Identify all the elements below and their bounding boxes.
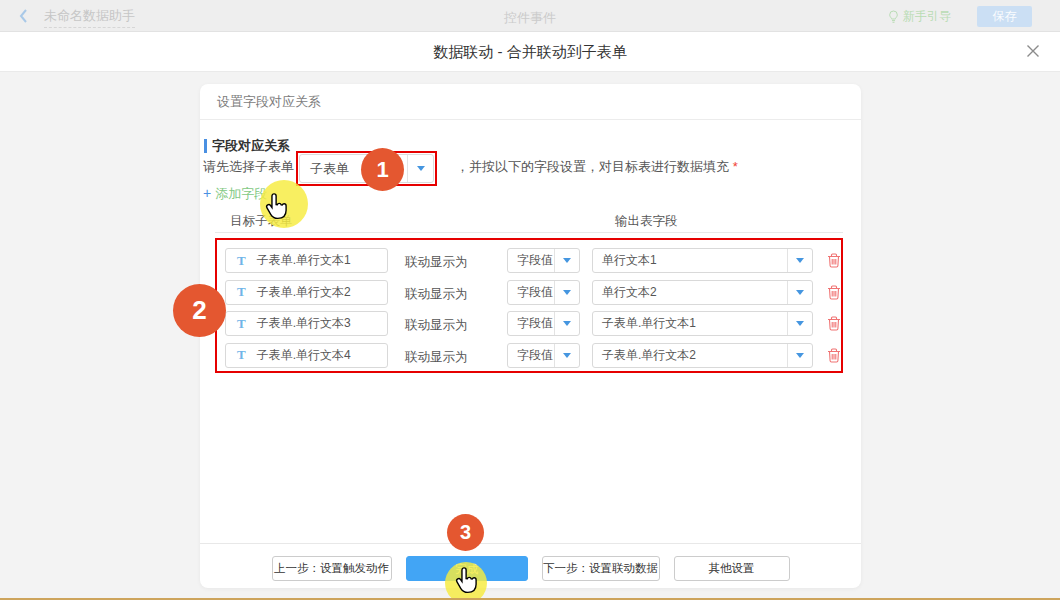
- link-display-label: 联动显示为: [405, 349, 468, 366]
- required-mark: *: [733, 159, 738, 174]
- caret-down-icon: [563, 258, 571, 263]
- guide-label: 新手引导: [903, 8, 951, 25]
- caret-down-icon: [796, 353, 804, 358]
- caret-down-icon: [563, 290, 571, 295]
- next-step-button[interactable]: 下一步：设置联动数据: [542, 556, 660, 581]
- display-mode-select[interactable]: 字段值: [507, 343, 580, 368]
- dropdown-arrow-zone[interactable]: [554, 281, 579, 304]
- topbar-center-title: 控件事件: [504, 9, 556, 27]
- settings-panel: 设置字段对应关系 字段对应关系 请先选择子表单 子表单 ，并按以下的字段设置，对…: [200, 84, 861, 588]
- top-bar: 未命名数据助手 控件事件 新手引导 保存: [0, 0, 1060, 32]
- delete-row-icon[interactable]: [827, 253, 841, 268]
- dropdown-arrow-zone[interactable]: [554, 344, 579, 367]
- target-field-input[interactable]: T 子表单.单行文本4: [225, 343, 388, 368]
- table-header-divider: [215, 232, 843, 233]
- prev-step-button[interactable]: 上一步：设置触发动作: [272, 556, 392, 581]
- close-icon[interactable]: [1026, 44, 1040, 58]
- target-field-input[interactable]: T 子表单.单行文本3: [225, 311, 388, 336]
- lightbulb-icon: [888, 10, 899, 24]
- field-mapping-row: T 子表单.单行文本1 联动显示为 字段值 单行文本1: [200, 248, 861, 273]
- panel-title: 设置字段对应关系: [217, 84, 321, 119]
- dropdown-arrow-zone[interactable]: [554, 249, 579, 272]
- modal-title: 数据联动 - 合并联动到子表单: [433, 43, 626, 62]
- caret-down-icon: [563, 321, 571, 326]
- output-field-select[interactable]: 单行文本2: [592, 280, 813, 305]
- delete-row-icon[interactable]: [827, 285, 841, 300]
- column-header-output: 输出表字段: [615, 214, 678, 228]
- delete-row-icon[interactable]: [827, 348, 841, 363]
- annotation-step-1: 1: [361, 148, 404, 191]
- caret-down-icon: [796, 321, 804, 326]
- section-title: 字段对应关系: [212, 139, 290, 153]
- output-field-select[interactable]: 子表单.单行文本1: [592, 311, 813, 336]
- delete-row-icon[interactable]: [827, 316, 841, 331]
- plus-icon: +: [203, 185, 211, 201]
- add-field-link[interactable]: +添加字段: [203, 186, 267, 201]
- field-mapping-row: T 子表单.单行文本3 联动显示为 字段值 子表单.单行文本1: [200, 311, 861, 336]
- hand-cursor-icon: [262, 193, 290, 223]
- annotation-step-2: 2: [173, 284, 226, 337]
- link-display-label: 联动显示为: [405, 254, 468, 271]
- caret-down-icon: [417, 166, 425, 171]
- dropdown-arrow-zone[interactable]: [787, 281, 812, 304]
- dropdown-arrow-zone[interactable]: [787, 344, 812, 367]
- field-mapping-row: T 子表单.单行文本4 联动显示为 字段值 子表单.单行文本2: [200, 343, 861, 368]
- output-field-select[interactable]: 子表单.单行文本2: [592, 343, 813, 368]
- output-field-select[interactable]: 单行文本1: [592, 248, 813, 273]
- section-accent-bar: [204, 139, 207, 153]
- footer-buttons: 上一步：设置触发动作 完成 下一步：设置联动数据 其他设置: [200, 556, 861, 581]
- dropdown-arrow-zone[interactable]: [554, 312, 579, 335]
- display-mode-select[interactable]: 字段值: [507, 248, 580, 273]
- target-field-input[interactable]: T 子表单.单行文本2: [225, 280, 388, 305]
- app-root: 未命名数据助手 控件事件 新手引导 保存 数据联动 - 合并联动到子表单 设置字…: [0, 0, 1060, 600]
- subform-select-label: 请先选择子表单: [203, 160, 294, 174]
- back-chevron-icon[interactable]: [18, 8, 28, 24]
- subform-select-value: 子表单: [310, 160, 349, 178]
- text-field-icon: T: [237, 284, 246, 300]
- text-field-icon: T: [237, 253, 246, 269]
- after-select-text: ，并按以下的字段设置，对目标表进行数据填充 *: [456, 160, 738, 174]
- caret-down-icon: [796, 290, 804, 295]
- caret-down-icon: [796, 258, 804, 263]
- link-display-label: 联动显示为: [405, 317, 468, 334]
- dropdown-arrow-zone[interactable]: [407, 155, 433, 182]
- annotation-step-3: 3: [447, 514, 484, 551]
- hand-cursor-icon: [452, 567, 480, 597]
- caret-down-icon: [563, 353, 571, 358]
- display-mode-select[interactable]: 字段值: [507, 311, 580, 336]
- panel-header-divider: [200, 119, 861, 120]
- dropdown-arrow-zone[interactable]: [787, 249, 812, 272]
- assistant-title[interactable]: 未命名数据助手: [44, 7, 135, 28]
- display-mode-select[interactable]: 字段值: [507, 280, 580, 305]
- text-field-icon: T: [237, 316, 246, 332]
- target-field-input[interactable]: T 子表单.单行文本1: [225, 248, 388, 273]
- footer-divider: [200, 543, 861, 544]
- guide-link[interactable]: 新手引导: [888, 8, 951, 25]
- text-field-icon: T: [237, 347, 246, 363]
- save-button[interactable]: 保存: [977, 6, 1032, 27]
- dropdown-arrow-zone[interactable]: [787, 312, 812, 335]
- modal-header: 数据联动 - 合并联动到子表单: [0, 32, 1060, 72]
- other-settings-button[interactable]: 其他设置: [674, 556, 790, 581]
- link-display-label: 联动显示为: [405, 286, 468, 303]
- field-mapping-row: T 子表单.单行文本2 联动显示为 字段值 单行文本2: [200, 280, 861, 305]
